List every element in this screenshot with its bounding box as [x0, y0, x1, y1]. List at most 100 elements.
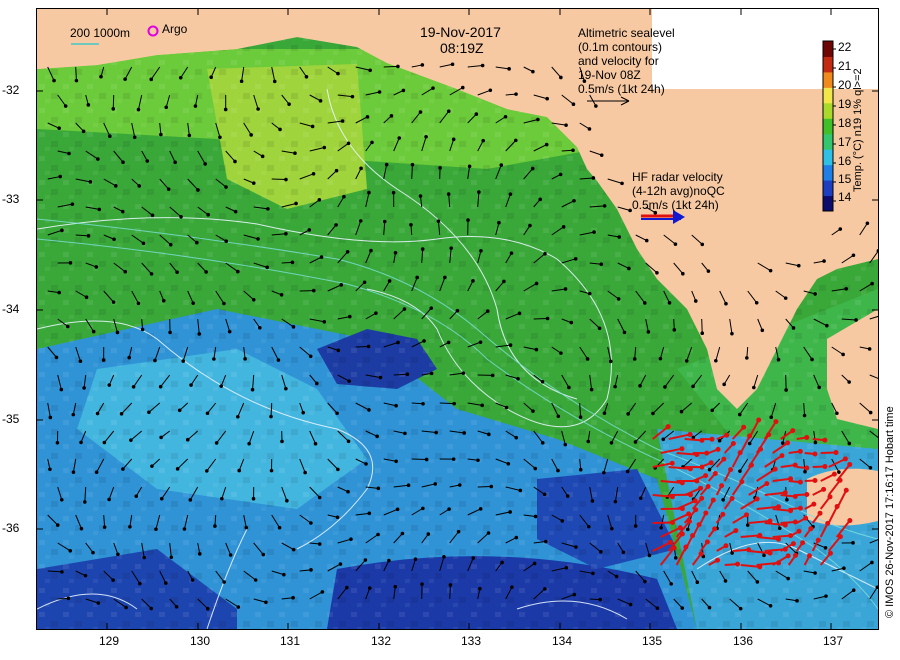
velocity-arrow-head [684, 359, 689, 363]
velocity-arrow-head [340, 119, 345, 123]
velocity-arrow-head [567, 385, 571, 390]
velocity-arrow-head [120, 209, 125, 214]
velocity-arrow-head [443, 275, 447, 280]
velocity-arrow-head [655, 270, 659, 275]
velocity-arrow-head [367, 408, 371, 412]
velocity-arrow-head [86, 234, 91, 238]
velocity-arrow-head [817, 385, 821, 390]
velocity-arrow-head [363, 558, 368, 562]
velocity-arrow-head [168, 330, 172, 335]
velocity-arrow-head [620, 181, 624, 186]
velocity-arrow-head [303, 470, 307, 475]
velocity-arrow-head [471, 556, 476, 560]
velocity-arrow-head [508, 343, 513, 347]
hf-radar-arrow-head [703, 473, 709, 479]
hf-radar-arrow-head [679, 446, 685, 452]
hf-radar-arrow-head [767, 518, 773, 524]
velocity-arrow-head [57, 290, 61, 295]
hf-note-line-3: 0.5m/s (1kt 24h) [632, 198, 719, 212]
hf-radar-arrow-head [728, 467, 734, 473]
velocity-arrow-head [724, 301, 728, 306]
velocity-arrow-head [406, 483, 411, 487]
velocity-arrow-head [318, 99, 323, 103]
velocity-arrow-head [131, 384, 136, 389]
velocity-arrow-head [504, 405, 509, 410]
velocity-arrow-head [346, 439, 351, 444]
velocity-arrow-head [317, 495, 322, 500]
velocity-arrow-head [434, 430, 438, 435]
velocity-arrow-head [610, 526, 614, 531]
velocity-arrow-head [426, 532, 431, 536]
velocity-arrow-head [578, 415, 583, 419]
velocity-arrow-head [150, 213, 155, 218]
hf-radar-arrow-head [817, 510, 823, 516]
velocity-arrow-head [680, 606, 685, 610]
velocity-arrow-head [477, 190, 481, 194]
velocity-arrow-head [442, 554, 446, 559]
velocity-arrow-head [776, 357, 781, 362]
lon-tick-label: 129 [98, 634, 120, 648]
velocity-arrow-head [784, 388, 788, 392]
velocity-arrow-head [67, 151, 71, 156]
hf-radar-arrow-head [710, 497, 716, 503]
colorbar-title: Temp. (°C) n19 1% ql>=2 [852, 68, 864, 192]
velocity-arrow-head [185, 437, 190, 442]
colorbar-tick: 17 [838, 135, 852, 149]
velocity-arrow-head [768, 603, 773, 608]
velocity-arrow-head [107, 497, 111, 502]
velocity-arrow-head [367, 511, 372, 516]
velocity-arrow-head [602, 204, 607, 208]
velocity-arrow-head [338, 562, 343, 566]
velocity-arrow-head [569, 320, 574, 325]
velocity-arrow-head [376, 532, 380, 537]
sst-map[interactable] [36, 8, 879, 630]
velocity-arrow-head [339, 283, 344, 287]
velocity-arrow-head [777, 526, 782, 530]
hf-radar-arrow-head [720, 511, 726, 517]
velocity-arrow-head [409, 222, 413, 227]
velocity-arrow-head [754, 300, 759, 305]
velocity-arrow-head [810, 357, 814, 362]
velocity-arrow-head [851, 253, 856, 258]
hf-radar-arrow-head [696, 522, 702, 528]
velocity-arrow [439, 402, 455, 405]
velocity-arrow-head [71, 470, 76, 474]
velocity-arrow-head [633, 440, 638, 444]
velocity-arrow-head [52, 78, 56, 83]
velocity-arrow-head [597, 326, 602, 331]
velocity-arrow-head [86, 103, 91, 107]
velocity-arrow-head [410, 162, 415, 167]
velocity-arrow-head [123, 269, 128, 274]
velocity-arrow-head [368, 68, 372, 73]
velocity-arrow-head [94, 265, 99, 269]
hf-radar-arrow-head [712, 470, 718, 476]
velocity-arrow-head [177, 408, 182, 413]
hf-radar-arrow-head [804, 491, 810, 497]
velocity-arrow-head [291, 547, 296, 552]
velocity-arrow [533, 317, 548, 320]
lon-tick-label: 134 [551, 634, 573, 648]
hf-radar-arrow-head [834, 503, 840, 509]
velocity-arrow-head [247, 441, 251, 446]
hf-radar-arrow-head [719, 483, 725, 489]
velocity-arrow-head [691, 435, 696, 440]
velocity-arrow-head [851, 588, 856, 593]
hf-radar-arrow-head [803, 515, 809, 521]
hf-radar-arrow-head [715, 557, 721, 563]
hf-radar-arrow-head [808, 526, 814, 532]
velocity-arrow-head [438, 166, 442, 170]
velocity-arrow-head [628, 602, 633, 607]
velocity-arrow-head [621, 550, 626, 555]
velocity-arrow-head [121, 467, 125, 471]
velocity-arrow-head [278, 127, 282, 132]
velocity-arrow-head [847, 441, 852, 446]
velocity-arrow-head [488, 88, 493, 93]
velocity-arrow-head [116, 552, 120, 557]
velocity-arrow-head [313, 441, 318, 446]
hf-radar-arrow-head [776, 536, 782, 542]
hf-note-line-1: HF radar velocity [632, 170, 723, 184]
hf-radar-arrow-head [847, 461, 853, 467]
velocity-arrow-head [307, 228, 312, 232]
velocity-arrow-head [319, 255, 324, 259]
velocity-arrow-head [239, 79, 244, 84]
